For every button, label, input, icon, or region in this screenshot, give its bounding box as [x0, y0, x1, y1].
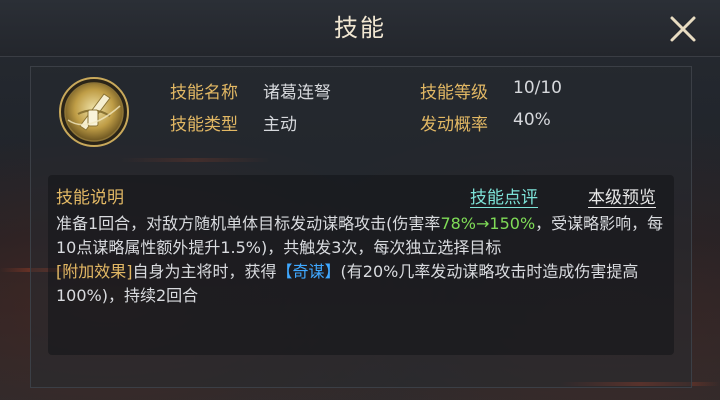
skill-level-value: 10/10 — [513, 78, 562, 98]
tab-skill-review[interactable]: 技能点评 — [470, 183, 538, 208]
skill-type-label: 技能类型 — [170, 115, 238, 135]
tab-level-preview[interactable]: 本级预览 — [588, 183, 656, 208]
extra-effect-part1: 自身为主将时，获得 — [132, 262, 277, 281]
description-text: 准备1回合，对敌方随机单体目标发动谋略攻击(伤害率78%→150%，受谋略影响，… — [56, 212, 668, 308]
damage-rate-highlight: 78%→150% — [440, 214, 536, 233]
description-title: 技能说明 — [56, 188, 124, 208]
buff-name-highlight: 【奇谋】 — [276, 262, 341, 281]
trigger-probability-value: 40% — [513, 110, 551, 130]
trigger-probability-label: 发动概率 — [420, 115, 488, 135]
page-title: 技能 — [334, 14, 386, 42]
skill-type-value: 主动 — [263, 115, 297, 135]
close-icon — [670, 16, 696, 42]
crossbow-skill-icon — [58, 76, 130, 148]
skill-name-value: 诸葛连弩 — [263, 83, 331, 103]
extra-effect-tag: [附加效果] — [56, 262, 133, 281]
description-line1-part1: 准备1回合，对敌方随机单体目标发动谋略攻击(伤害率 — [56, 214, 441, 233]
skill-name-label: 技能名称 — [170, 83, 238, 103]
close-button[interactable] — [664, 10, 702, 48]
skill-level-label: 技能等级 — [420, 83, 488, 103]
